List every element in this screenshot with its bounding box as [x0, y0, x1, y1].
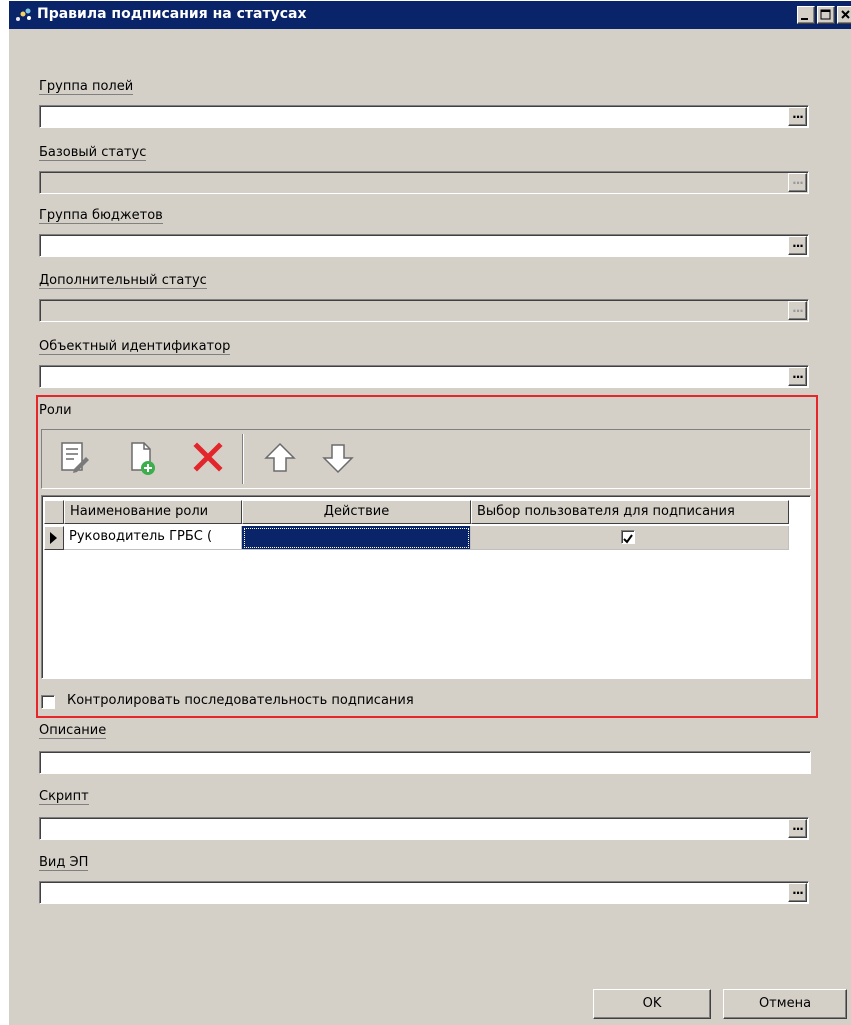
- title-bar[interactable]: Правила подписания на статусах: [9, 1, 851, 29]
- edit-icon: [61, 442, 89, 473]
- budget-group-input[interactable]: ...: [39, 234, 809, 257]
- script-input[interactable]: ...: [39, 817, 809, 840]
- row-indicator[interactable]: [44, 526, 64, 550]
- base-status-input: ...: [39, 171, 809, 194]
- column-header-select-user[interactable]: Выбор пользователя для подписания: [471, 500, 789, 524]
- move-down-icon: [322, 444, 354, 474]
- checkmark-icon: [623, 534, 633, 544]
- column-header-role-name[interactable]: Наименование роли: [64, 500, 242, 524]
- roles-grid: Наименование роли Действие Выбор пользов…: [41, 495, 811, 679]
- description-label: Описание: [39, 723, 107, 739]
- cancel-button[interactable]: Отмена: [723, 989, 847, 1019]
- control-sequence-checkbox[interactable]: [41, 695, 55, 709]
- toolbar-separator: [242, 434, 244, 484]
- move-up-icon: [264, 442, 296, 472]
- move-down-button[interactable]: [318, 438, 358, 478]
- minimize-icon: [801, 18, 808, 20]
- roles-label: Роли: [39, 403, 72, 418]
- window-title: Правила подписания на статусах: [37, 6, 307, 22]
- script-browse-button[interactable]: ...: [788, 819, 807, 838]
- minimize-button[interactable]: [797, 6, 815, 24]
- add-document-icon: [131, 442, 155, 475]
- app-icon: [16, 8, 31, 21]
- current-row-arrow-icon: [50, 532, 57, 544]
- field-group-browse-button[interactable]: ...: [788, 107, 807, 126]
- add-role-button[interactable]: [122, 438, 162, 478]
- dialog-window: Правила подписания на статусах Группа по…: [8, 0, 851, 1025]
- delete-role-button[interactable]: [188, 438, 228, 478]
- object-id-input[interactable]: ...: [39, 365, 809, 388]
- maximize-icon: [820, 9, 831, 20]
- select-user-checkbox[interactable]: [621, 530, 635, 544]
- table-row-action[interactable]: [242, 526, 471, 550]
- control-sequence-label[interactable]: Контролировать последовательность подпис…: [67, 693, 414, 708]
- field-group-label: Группа полей: [39, 79, 134, 95]
- grid-indicator-header: [44, 500, 64, 524]
- move-up-button[interactable]: [260, 438, 300, 478]
- ep-type-input[interactable]: ...: [39, 881, 809, 904]
- additional-status-label: Дополнительный статус: [39, 273, 207, 289]
- base-status-label: Базовый статус: [39, 145, 147, 161]
- additional-status-browse-button: ...: [788, 301, 807, 320]
- ok-button[interactable]: OK: [593, 989, 711, 1019]
- close-icon: [841, 10, 850, 19]
- table-row-select-user[interactable]: [471, 526, 789, 550]
- base-status-browse-button: ...: [788, 173, 807, 192]
- column-header-action[interactable]: Действие: [242, 500, 471, 524]
- ep-type-label: Вид ЭП: [39, 855, 89, 871]
- edit-role-button[interactable]: [54, 438, 94, 478]
- table-row-role-name[interactable]: Руководитель ГРБС (: [64, 526, 242, 550]
- close-button[interactable]: [837, 6, 851, 24]
- roles-toolbar: [41, 429, 811, 489]
- script-label: Скрипт: [39, 789, 89, 805]
- field-group-input[interactable]: ...: [39, 105, 809, 128]
- additional-status-input: ...: [39, 299, 809, 322]
- maximize-button[interactable]: [817, 6, 835, 24]
- object-id-label: Объектный идентификатор: [39, 339, 231, 355]
- object-id-browse-button[interactable]: ...: [788, 367, 807, 386]
- delete-icon: [193, 442, 223, 472]
- budget-group-label: Группа бюджетов: [39, 208, 163, 224]
- budget-group-browse-button[interactable]: ...: [788, 236, 807, 255]
- description-input[interactable]: [39, 751, 811, 774]
- ep-type-browse-button[interactable]: ...: [788, 883, 807, 902]
